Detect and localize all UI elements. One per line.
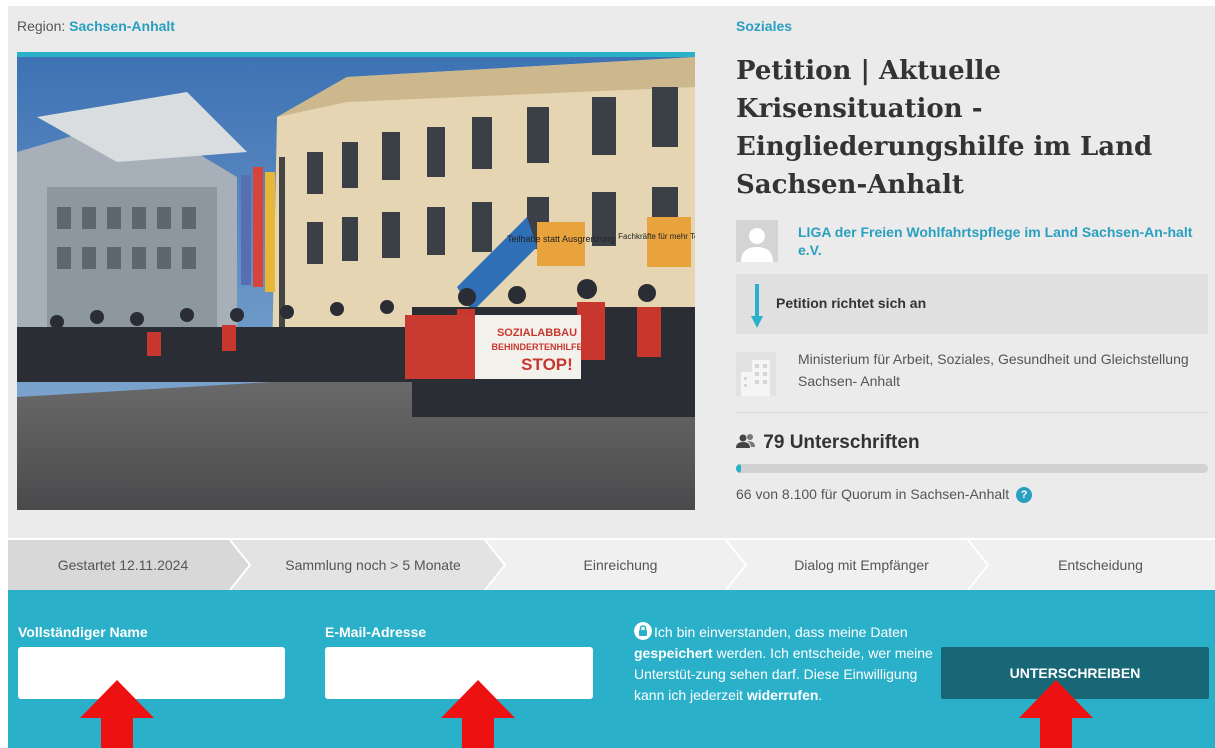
step-collection: Sammlung noch > 5 Monate [285, 557, 461, 573]
author-link[interactable]: LIGA der Freien Wohlfahrtspflege im Land… [798, 223, 1208, 259]
region-link[interactable]: Sachsen-Anhalt [69, 18, 175, 34]
name-label: Vollständiger Name [18, 624, 148, 640]
quorum-line: 66 von 8.100 für Quorum in Sachsen-Anhal… [736, 486, 1033, 503]
petition-photo: Teilhabe statt Ausgrenzung Fachkräfte fü… [17, 52, 695, 510]
quorum-text: 66 von 8.100 für Quorum in Sachsen-Anhal… [736, 486, 1010, 502]
help-icon[interactable]: ? [1016, 487, 1033, 503]
consent-bold-stored: gespeichert [634, 645, 713, 661]
recipient-name: Ministerium für Arbeit, Soziales, Gesund… [798, 351, 1189, 389]
lock-icon [634, 622, 652, 640]
signature-count-label: 79 Unterschriften [763, 432, 920, 453]
red-arrow-up-icon [1019, 680, 1093, 748]
red-arrow-up-icon [441, 680, 515, 748]
user-placeholder-icon [736, 220, 778, 262]
region-label: Region: [17, 18, 66, 34]
photo-sign-left: Teilhabe statt Ausgrenzung [507, 234, 615, 244]
avatar [736, 220, 778, 262]
users-icon [736, 434, 755, 448]
building-icon [736, 352, 776, 396]
photo-banner-line3: STOP! [521, 355, 573, 374]
consent-revoke-link[interactable]: widerrufen [747, 687, 819, 703]
photo-banner-line1: SOZIALABBAU [497, 327, 577, 339]
consent-text: Ich bin einverstanden, dass meine Daten … [634, 622, 934, 706]
petition-target-header: Petition richtet sich an [736, 274, 1208, 334]
petition-title: Petition | Aktuelle Krisensituation - Ei… [736, 56, 1153, 200]
author-block: LIGA der Freien Wohlfahrtspflege im Land… [736, 220, 1208, 264]
signature-count: 79 Unterschriften [736, 432, 920, 454]
photo-sign-right: Fachkräfte für mehr Teilhabe [618, 232, 695, 241]
petition-header-panel: Region: Sachsen-Anhalt Teilhabe statt Au… [8, 6, 1215, 538]
protest-photo-illustration: Teilhabe statt Ausgrenzung Fachkräfte fü… [17, 57, 695, 510]
divider [736, 412, 1208, 413]
signature-progress-fill [736, 464, 741, 473]
step-decision: Entscheidung [1058, 557, 1143, 573]
red-arrow-up-icon [80, 680, 154, 748]
arrow-down-icon [751, 284, 763, 328]
step-started: Gestartet 12.11.2024 [57, 557, 189, 573]
consent-text-3: . [818, 687, 823, 703]
photo-banner-line2: BEHINDERTENHILFE [491, 342, 582, 352]
progress-steps: Gestartet 12.11.2024 Sammlung noch > 5 M… [8, 540, 1215, 590]
email-label: E-Mail-Adresse [325, 624, 427, 640]
recipient-block: Ministerium für Arbeit, Soziales, Gesund… [736, 346, 1208, 412]
signature-progress-bar [736, 464, 1208, 473]
category-link[interactable]: Soziales [736, 18, 792, 34]
region-line: Region: Sachsen-Anhalt [17, 18, 175, 34]
consent-text-1: Ich bin einverstanden, dass meine Daten [654, 624, 908, 640]
step-dialog: Dialog mit Empfänger [794, 557, 929, 573]
target-label: Petition richtet sich an [776, 295, 927, 311]
step-submission: Einreichung [583, 557, 658, 573]
